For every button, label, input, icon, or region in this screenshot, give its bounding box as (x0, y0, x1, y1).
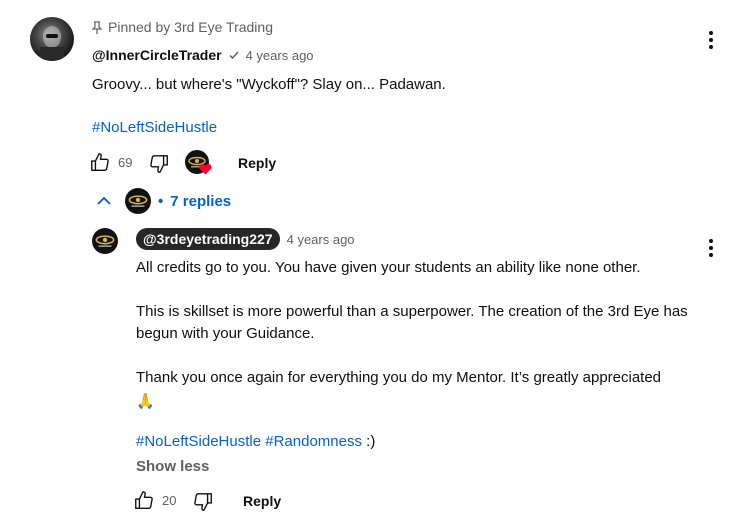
like-count: 69 (118, 155, 133, 170)
reply-header: @3rdeyetrading227 4 years ago (136, 228, 355, 250)
reply-time[interactable]: 4 years ago (287, 232, 355, 247)
pinned-label: Pinned by 3rd Eye Trading (92, 19, 273, 35)
reply-hashtags: #NoLeftSideHustle #Randomness :) (136, 431, 696, 453)
hashtag-suffix: :) (361, 433, 376, 450)
reply-author-chip[interactable]: @3rdeyetrading227 (136, 228, 280, 250)
commenter-avatar[interactable] (30, 17, 74, 61)
comment-author[interactable]: @InnerCircleTrader (92, 47, 222, 63)
comment-time[interactable]: 4 years ago (246, 48, 314, 63)
like-button[interactable] (89, 151, 111, 178)
reply-menu-button[interactable] (709, 239, 713, 257)
more-vert-icon (709, 31, 713, 35)
reply-line-2: This is skillset is more powerful than a… (136, 303, 688, 342)
reply-dislike-button[interactable] (192, 491, 214, 518)
pray-emoji: 🙏 (136, 393, 155, 410)
eye-logo-icon (128, 195, 148, 207)
comment-header: @InnerCircleTrader 4 years ago (92, 47, 314, 63)
reply-button[interactable]: Reply (238, 155, 276, 171)
comment-hashtag-line: #NoLeftSideHustle (92, 119, 217, 136)
dislike-icon (150, 155, 168, 173)
hashtag-link[interactable]: #NoLeftSideHustle (92, 119, 217, 136)
like-icon (91, 153, 109, 171)
pin-icon (92, 20, 102, 34)
show-less-button[interactable]: Show less (136, 458, 209, 475)
hashtag-link[interactable]: #Randomness (265, 433, 362, 450)
dislike-icon (194, 493, 212, 511)
replies-count-label: 7 replies (170, 192, 232, 210)
eye-logo-icon (95, 235, 115, 247)
reply-text: All credits go to you. You have given yo… (136, 257, 696, 453)
reply-line-3: Thank you once again for everything you … (136, 369, 662, 386)
more-vert-icon (709, 239, 713, 243)
comment-menu-button[interactable] (709, 31, 713, 49)
chevron-up-icon (97, 196, 111, 205)
replies-avatar (125, 188, 151, 214)
reply-line-1: All credits go to you. You have given yo… (136, 259, 641, 276)
pinned-text: Pinned by 3rd Eye Trading (108, 19, 273, 35)
creator-heart-icon (199, 164, 212, 175)
reply-reply-button[interactable]: Reply (243, 493, 281, 509)
replies-toggle[interactable]: • 7 replies (96, 188, 231, 214)
reply-avatar[interactable] (92, 228, 118, 254)
reply-like-button[interactable] (133, 489, 155, 516)
like-icon (135, 491, 153, 509)
hashtag-link[interactable]: #NoLeftSideHustle (136, 433, 261, 450)
comment-text: Groovy... but where's "Wyckoff"? Slay on… (92, 76, 446, 93)
creator-heart-badge (185, 150, 212, 176)
dot-separator: • (158, 192, 164, 210)
verified-check-icon (229, 51, 239, 60)
avatar-image (40, 26, 64, 61)
reply-like-count: 20 (162, 493, 177, 508)
dislike-button[interactable] (148, 153, 170, 180)
